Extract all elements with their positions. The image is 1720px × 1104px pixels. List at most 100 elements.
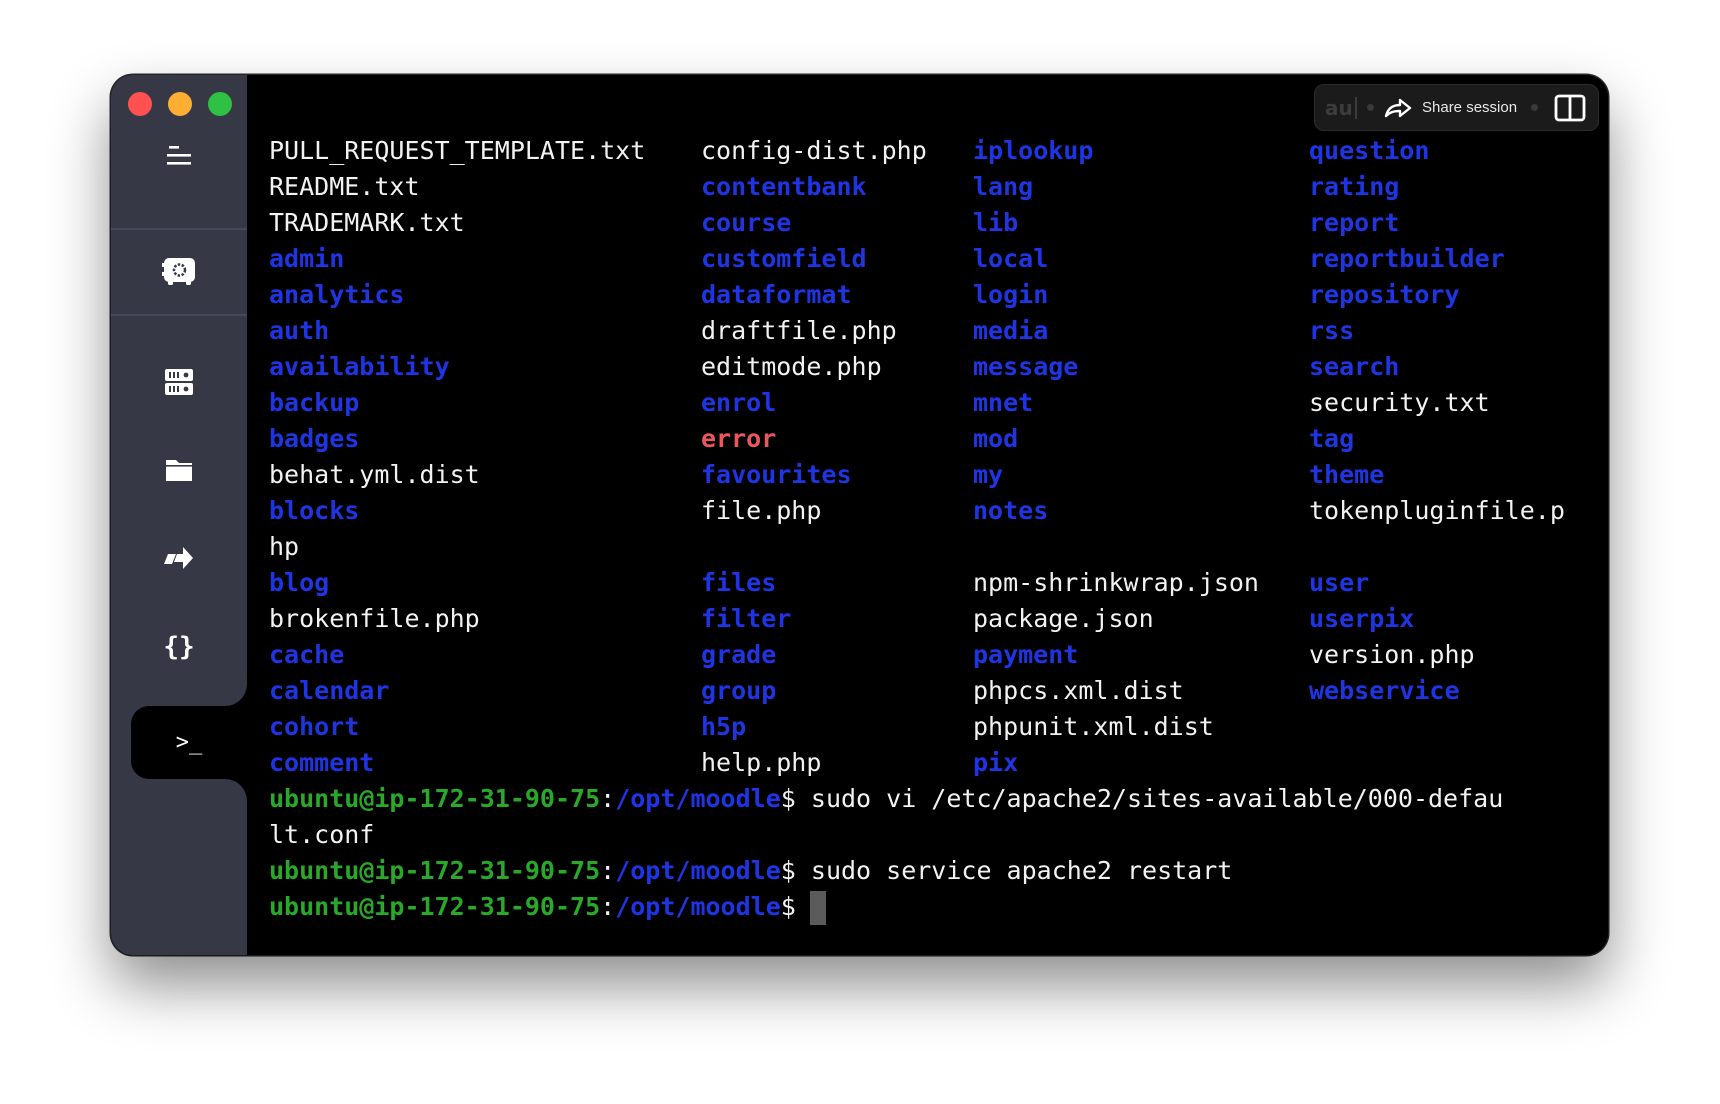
prompt-path: /opt/moodle: [615, 892, 781, 921]
directory-entry: payment: [973, 640, 1079, 669]
directory-entry: h5p: [701, 712, 747, 741]
separator-dot: [1367, 104, 1374, 111]
directory-entry: filter: [701, 604, 792, 633]
directory-entry: course: [701, 208, 792, 237]
directory-entry: search: [1309, 352, 1400, 381]
directory-entry: media: [973, 316, 1049, 345]
prompt-path: /opt/moodle: [615, 856, 781, 885]
directory-entry: mod: [973, 424, 1019, 453]
file-entry: version.php: [1309, 640, 1475, 669]
directory-entry: enrol: [701, 388, 777, 417]
sidebar-divider: [111, 314, 247, 316]
prompt-dollar: $: [780, 856, 796, 885]
directory-entry: my: [973, 460, 1004, 489]
directory-entry: admin: [269, 244, 345, 273]
sidebar-item-snippets[interactable]: {}: [111, 626, 247, 666]
prompt-dollar: $: [780, 892, 796, 921]
directory-entry: message: [973, 352, 1079, 381]
sidebar-item-sftp[interactable]: [111, 450, 247, 490]
terminal-output[interactable]: PULL_REQUEST_TEMPLATE.txt config-dist.php…: [269, 133, 1608, 955]
directory-entry: login: [973, 280, 1049, 309]
directory-entry: webservice: [1309, 676, 1460, 705]
directory-entry: customfield: [701, 244, 867, 273]
prompt-colon: :: [600, 892, 616, 921]
separator-dot: [1531, 104, 1539, 111]
directory-entry: rating: [1309, 172, 1400, 201]
session-toolbar: au Share session: [1314, 84, 1599, 131]
directory-entry: files: [701, 568, 777, 597]
close-window-button[interactable]: [128, 92, 152, 116]
prompt-user-host: ubuntu@ip-172-31-90-75: [269, 856, 601, 885]
directory-entry: blog: [269, 568, 330, 597]
file-entry: hp: [269, 532, 300, 561]
directory-entry: report: [1309, 208, 1400, 237]
svg-text:{}: {}: [164, 632, 194, 660]
prompt-line: ubuntu@ip-172-31-90-75:/opt/moodle$ sudo…: [269, 781, 1503, 817]
directory-entry: calendar: [269, 676, 390, 705]
directory-entry: mnet: [973, 388, 1034, 417]
file-entry: help.php: [701, 748, 822, 777]
braces-icon: {}: [164, 632, 194, 660]
file-entry: TRADEMARK.txt: [269, 208, 465, 237]
directory-entry: userpix: [1309, 604, 1415, 633]
terminal-icon: >_: [175, 730, 203, 755]
server-icon: [165, 369, 193, 395]
directory-entry: badges: [269, 424, 360, 453]
directory-entry: group: [701, 676, 777, 705]
vault-icon: [162, 258, 195, 285]
share-arrow-icon: [1384, 98, 1412, 117]
prompt-line: ubuntu@ip-172-31-90-75:/opt/moodle$ sudo…: [269, 853, 1232, 889]
split-view-icon: [1554, 94, 1586, 121]
share-session-button[interactable]: Share session: [1384, 97, 1531, 119]
sidebar: {} >_: [111, 75, 247, 955]
directory-entry: blocks: [269, 496, 360, 525]
toolbar-search-input[interactable]: au: [1325, 96, 1359, 120]
directory-entry: lang: [973, 172, 1034, 201]
file-entry: security.txt: [1309, 388, 1490, 417]
file-entry: tokenpluginfile.p: [1309, 496, 1565, 525]
directory-entry: availability: [269, 352, 450, 381]
directory-entry: repository: [1309, 280, 1460, 309]
file-entry: draftfile.php: [701, 316, 897, 345]
file-entry: README.txt: [269, 172, 420, 201]
file-entry: behat.yml.dist: [269, 460, 480, 489]
share-session-label: Share session: [1422, 99, 1518, 116]
directory-entry: cache: [269, 640, 345, 669]
prompt-colon: :: [600, 856, 616, 885]
directory-entry: rss: [1309, 316, 1355, 345]
directory-entry: favourites: [701, 460, 852, 489]
file-entry: brokenfile.php: [269, 604, 480, 633]
directory-entry: auth: [269, 316, 330, 345]
minimize-window-button[interactable]: [168, 92, 192, 116]
prompt-colon: :: [600, 784, 616, 813]
directory-entry: local: [973, 244, 1049, 273]
directory-entry: comment: [269, 748, 375, 777]
prompt-line: ubuntu@ip-172-31-90-75:/opt/moodle$: [269, 889, 826, 925]
sidebar-item-port-forwarding[interactable]: [111, 538, 247, 578]
sidebar-item-hosts[interactable]: [111, 362, 247, 402]
file-entry: phpcs.xml.dist: [973, 676, 1184, 705]
sidebar-item-vaults[interactable]: [111, 252, 247, 292]
directory-entry: grade: [701, 640, 777, 669]
sidebar-menu-button[interactable]: [111, 136, 247, 176]
directory-entry: contentbank: [701, 172, 867, 201]
folder-icon: [166, 460, 192, 481]
directory-entry: question: [1309, 136, 1430, 165]
sidebar-divider: [111, 228, 247, 230]
terminal-cursor: [809, 891, 826, 925]
directory-entry: notes: [973, 496, 1049, 525]
directory-entry: analytics: [269, 280, 405, 309]
directory-entry: theme: [1309, 460, 1385, 489]
directory-entry: backup: [269, 388, 360, 417]
file-entry: phpunit.xml.dist: [973, 712, 1214, 741]
sidebar-item-terminal[interactable]: >_: [131, 706, 247, 779]
text-caret: [1355, 96, 1357, 119]
maximize-window-button[interactable]: [208, 92, 232, 116]
command-text: sudo service apache2 restart: [795, 856, 1233, 885]
split-view-button[interactable]: [1554, 94, 1586, 122]
directory-entry: dataformat: [701, 280, 852, 309]
prompt-dollar: $: [780, 784, 796, 813]
file-entry: package.json: [973, 604, 1154, 633]
command-wrap-text: lt.conf: [269, 820, 375, 849]
broken-link-entry: error: [701, 424, 777, 453]
